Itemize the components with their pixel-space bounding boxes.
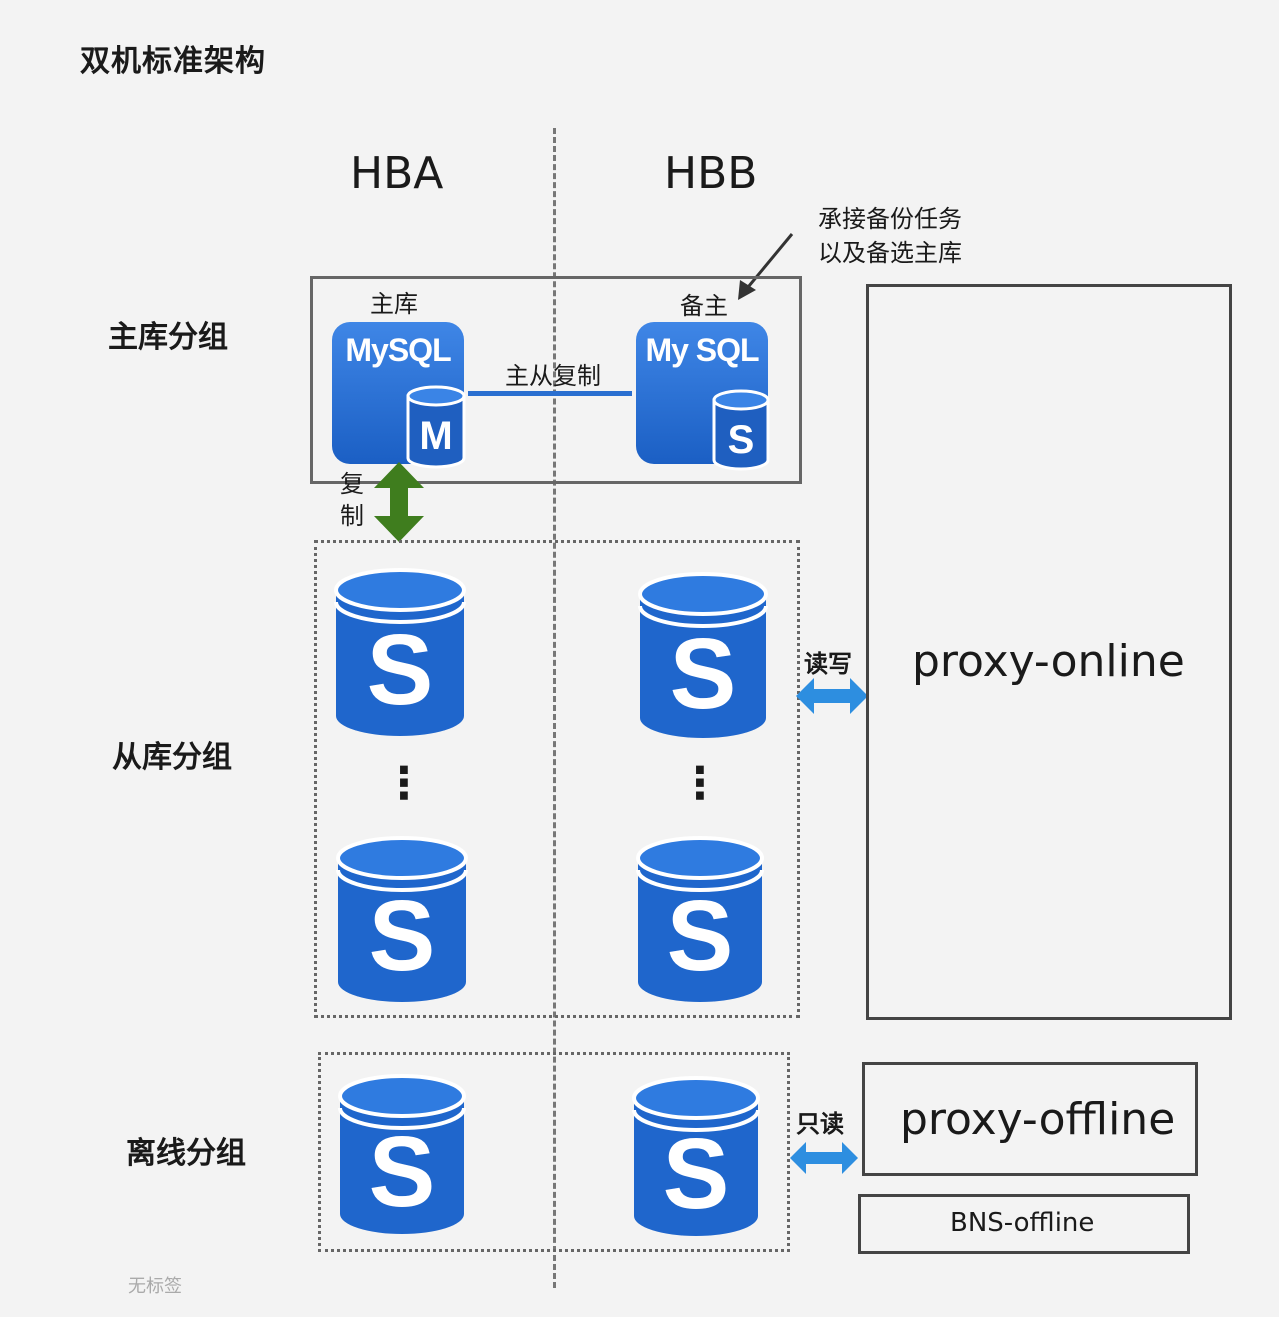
slave-db-icon: S [332,568,468,744]
group-label-master: 主库分组 [108,320,228,355]
copy-label: 复 制 [340,468,364,532]
copy-arrow-icon [374,462,424,542]
offline-glyph: S [662,1118,730,1230]
slave-glyph: S [366,614,434,726]
group-label-offline: 离线分组 [126,1136,246,1171]
tag-watermark: 无标签 [128,1276,182,1297]
offline-db-icon: S [336,1074,468,1242]
read-only-arrow-icon [790,1142,858,1174]
offline-glyph: S [368,1116,436,1228]
offline-db-icon: S [630,1076,762,1244]
standby-badge: S [727,418,755,462]
diagram-title: 双机标准架构 [80,44,266,79]
slave-db-icon: S [634,836,766,1010]
slave-db-icon: S [636,572,770,746]
group-label-slave: 从库分组 [112,740,232,775]
annotation-line-2: 以及备选主库 [818,239,962,267]
copy-label-char-2: 制 [340,502,364,530]
copy-label-char-1: 复 [340,470,364,498]
proxy-online-label: proxy-online [912,636,1185,687]
standby-db-label: 备主 [680,292,728,320]
standby-mysql-brand: My SQL [645,332,759,368]
master-slave-replication-line [468,391,632,396]
proxy-offline-label: proxy-offline [900,1094,1176,1145]
slave-ellipsis: ⋮ [382,758,426,809]
slave-glyph: S [368,880,436,992]
read-write-label: 读写 [804,650,852,678]
bns-offline-label: BNS-offline [950,1208,1095,1238]
primary-badge: M [419,414,453,458]
primary-mysql-brand: MySQL [345,332,451,368]
column-header-hba: HBA [350,148,444,199]
read-only-label: 只读 [796,1110,844,1138]
column-header-hbb: HBB [664,148,758,199]
slave-glyph: S [666,880,734,992]
primary-db-label: 主库 [370,290,418,318]
standby-annotation: 承接备份任务 以及备选主库 [818,202,962,270]
slave-glyph: S [669,618,737,730]
slave-db-icon: S [334,836,470,1010]
slave-ellipsis: ⋮ [678,758,722,809]
replication-label: 主从复制 [505,362,601,390]
read-write-arrow-icon [796,678,868,714]
annotation-line-1: 承接备份任务 [818,205,962,233]
